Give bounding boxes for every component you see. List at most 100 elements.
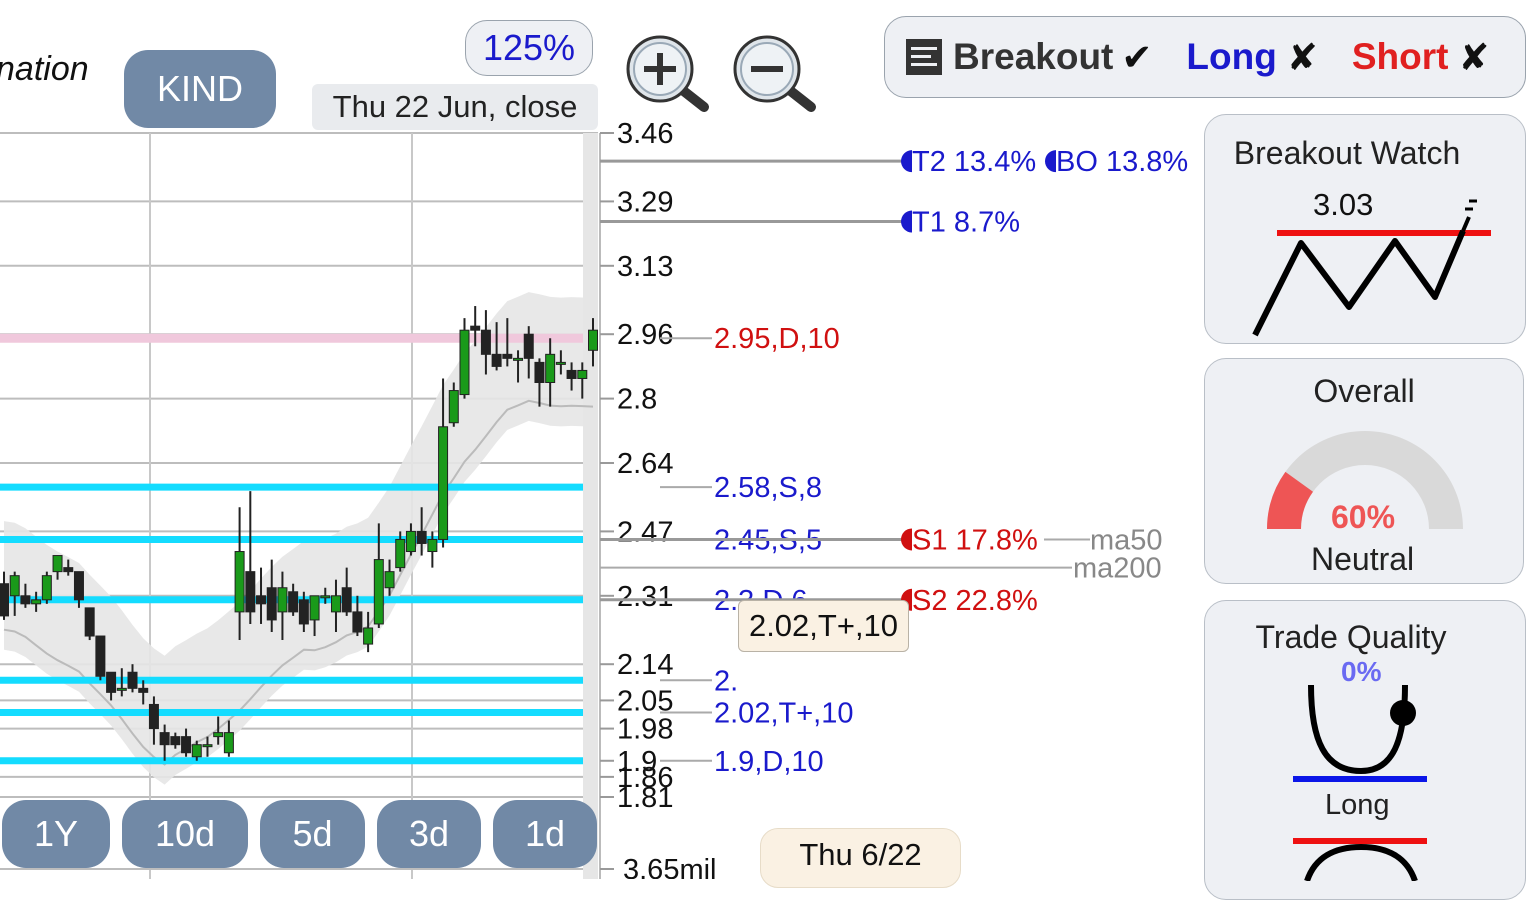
candle-body xyxy=(159,732,170,746)
check-icon: ✔ xyxy=(1121,36,1153,78)
candle-body xyxy=(234,551,245,613)
target-label: T1 8.7% xyxy=(912,207,1020,239)
target-label: S1 17.8% xyxy=(912,524,1038,556)
candle-body xyxy=(181,736,192,754)
candle-body xyxy=(213,732,224,738)
price-tick-label: 3.46 xyxy=(617,118,673,150)
long-mode[interactable]: Long ✘ xyxy=(1186,36,1317,79)
level-label: 2.02,T+,10 xyxy=(714,697,853,729)
trade-quality-title: Trade Quality xyxy=(1255,619,1447,655)
candle-body xyxy=(513,357,524,361)
candle-body xyxy=(84,607,95,637)
candle-body xyxy=(545,353,556,384)
overall-value: 60% xyxy=(1331,499,1396,535)
level-label: 2.95,D,10 xyxy=(714,323,840,355)
ticker-button[interactable]: KIND xyxy=(124,50,276,128)
candle-body xyxy=(256,595,267,605)
price-tick-label: 2.47 xyxy=(617,516,673,548)
breakout-label: Breakout xyxy=(953,36,1114,77)
period-button-1y[interactable]: 1Y xyxy=(2,800,110,868)
candle-body xyxy=(41,575,52,601)
period-button-10d[interactable]: 10d xyxy=(122,800,248,868)
zoom-level: 125% xyxy=(465,20,593,76)
candle-body xyxy=(373,559,384,625)
candle-body xyxy=(555,361,566,365)
cross-icon: ✘ xyxy=(1286,36,1318,78)
candle-body xyxy=(116,687,127,691)
candle-body xyxy=(588,329,598,351)
candle-body xyxy=(277,587,288,613)
target-marker-icon xyxy=(901,528,912,551)
breakout-mode[interactable]: Breakout ✔ xyxy=(953,36,1152,79)
candle-body xyxy=(288,591,299,613)
document-icon[interactable] xyxy=(905,38,943,76)
level-tooltip: 2.02,T+,10 xyxy=(738,600,909,652)
candle-body xyxy=(138,687,149,693)
level-label: 2.58,S,8 xyxy=(714,472,822,504)
candle-body xyxy=(20,595,31,605)
zoom-in-icon[interactable] xyxy=(622,33,714,113)
candle-body xyxy=(73,571,84,601)
candle-body xyxy=(63,567,74,573)
candle-body xyxy=(480,329,491,355)
candle-body xyxy=(148,703,159,730)
cross-icon: ✘ xyxy=(1458,36,1490,78)
volume-label: 3.65mil xyxy=(623,854,717,879)
period-button-5d[interactable]: 5d xyxy=(260,800,365,868)
short-label: Short xyxy=(1351,36,1449,77)
breakout-watch-panel[interactable]: Breakout Watch 3.03 xyxy=(1204,114,1526,344)
trade-quality-label: Long xyxy=(1325,789,1390,821)
candle-body xyxy=(491,353,502,367)
target-marker-icon xyxy=(1045,150,1056,173)
date-label: Thu 22 Jun, close xyxy=(312,84,598,130)
long-label: Long xyxy=(1186,36,1277,77)
candle-body xyxy=(438,426,449,540)
trade-quality-panel[interactable]: Trade Quality 0% Long xyxy=(1204,600,1526,900)
candle-body xyxy=(9,575,20,597)
future-region xyxy=(583,133,598,879)
overall-title: Overall xyxy=(1313,373,1415,409)
candle-body xyxy=(170,736,181,746)
candle-body xyxy=(0,583,9,617)
short-mode[interactable]: Short ✘ xyxy=(1352,36,1490,79)
price-tick-label: 3.13 xyxy=(617,251,673,283)
candle-body xyxy=(127,671,138,689)
period-button-1d[interactable]: 1d xyxy=(493,800,597,868)
candle-body xyxy=(223,732,234,754)
candle-body xyxy=(31,599,42,605)
candle-body xyxy=(384,571,395,589)
price-tick-label: 1.98 xyxy=(617,714,673,746)
candle-body xyxy=(448,390,459,424)
candle-body xyxy=(352,611,363,633)
candle-body xyxy=(577,369,588,379)
candle-body xyxy=(309,595,320,621)
candle-body xyxy=(106,671,117,693)
target-label: S2 22.8% xyxy=(912,585,1038,617)
target-marker-icon xyxy=(901,150,912,173)
candle-body xyxy=(202,744,213,748)
candle-body xyxy=(266,587,277,621)
candle-body xyxy=(566,369,577,379)
candle-body xyxy=(416,530,427,544)
candle-body xyxy=(95,635,106,677)
target-marker-icon xyxy=(901,210,912,233)
cup-pattern-icon xyxy=(1293,684,1427,881)
price-tick-label: 3.29 xyxy=(617,186,673,218)
candle-body xyxy=(459,329,470,396)
period-button-3d[interactable]: 3d xyxy=(377,800,481,868)
price-tick-label: 2.31 xyxy=(617,581,673,613)
candle-body xyxy=(534,361,545,384)
target-label: T2 13.4% xyxy=(912,146,1036,178)
price-tick-label: 2.96 xyxy=(617,319,673,351)
candle-body xyxy=(427,538,438,553)
price-tick-label: 2.14 xyxy=(617,649,673,681)
target-label: BO 13.8% xyxy=(1056,146,1188,178)
date-box: Thu 6/22 xyxy=(760,828,961,888)
candle-body xyxy=(502,353,513,359)
overall-panel[interactable]: Overall 60% Neutral xyxy=(1204,358,1524,584)
price-tick-label: 1.81 xyxy=(617,782,673,814)
candle-body xyxy=(363,627,374,645)
level-label: 2. xyxy=(714,665,738,697)
zoom-out-icon[interactable] xyxy=(729,33,821,113)
candle-body xyxy=(405,530,416,553)
